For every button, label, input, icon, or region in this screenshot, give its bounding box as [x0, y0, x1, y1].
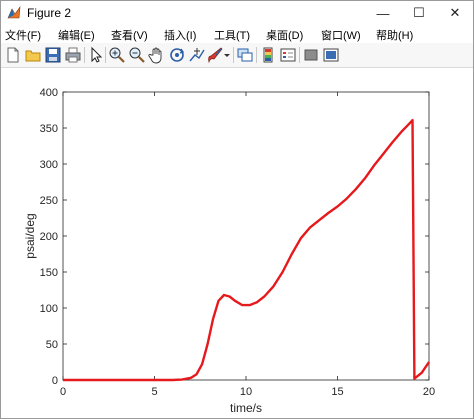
- x-tick-label: 0: [60, 386, 66, 398]
- menu-edit[interactable]: 编辑(E): [58, 27, 95, 43]
- toolbar-separator: [84, 47, 85, 63]
- menu-tools[interactable]: 工具(T): [214, 27, 250, 43]
- menu-insert[interactable]: 插入(I): [164, 27, 196, 43]
- save-icon[interactable]: [44, 46, 62, 64]
- toolbar-separator: [105, 47, 106, 63]
- pan-hand-icon[interactable]: [148, 46, 166, 64]
- toolbar-separator: [299, 47, 300, 63]
- data-cursor-icon[interactable]: [188, 46, 206, 64]
- hide-plot-tools-icon[interactable]: [302, 46, 320, 64]
- show-plot-tools-icon[interactable]: [322, 46, 340, 64]
- menu-view[interactable]: 查看(V): [111, 27, 148, 43]
- brush-dropdown-icon[interactable]: [223, 46, 231, 64]
- insert-legend-icon[interactable]: [279, 46, 297, 64]
- maximize-icon: ☐: [413, 5, 425, 20]
- menu-help[interactable]: 帮助(H): [376, 27, 413, 43]
- y-tick-label: 250: [40, 195, 58, 207]
- y-tick-label: 150: [40, 267, 58, 279]
- brush-icon[interactable]: [206, 46, 224, 64]
- y-tick-label: 0: [52, 375, 58, 387]
- y-tick-label: 350: [40, 123, 58, 135]
- matlab-figure-icon: [7, 5, 21, 20]
- figure-canvas: 0 5 10 15 20 0 50 100 150 200 250 300 350 400 time/s …: [1, 68, 473, 418]
- close-icon: ✕: [449, 5, 461, 20]
- x-tick-label: 20: [423, 386, 435, 398]
- y-tick-label: 100: [40, 303, 58, 315]
- toolbar-separator: [256, 47, 257, 63]
- insert-colorbar-icon[interactable]: [259, 46, 277, 64]
- print-icon[interactable]: [64, 46, 82, 64]
- rotate-3d-icon[interactable]: [168, 46, 186, 64]
- menu-bar: 文件(F) 编辑(E) 查看(V) 插入(I) 工具(T) 桌面(D) 窗口(W…: [1, 25, 473, 43]
- y-tick-label: 300: [40, 159, 58, 171]
- menu-desktop[interactable]: 桌面(D): [266, 27, 303, 43]
- open-file-icon[interactable]: [24, 46, 42, 64]
- x-tick-label: 5: [151, 386, 157, 398]
- zoom-out-icon[interactable]: [128, 46, 146, 64]
- edit-plot-arrow-icon[interactable]: [87, 46, 105, 64]
- minimize-button[interactable]: —: [365, 1, 401, 25]
- line-chart: 0 5 10 15 20050100150200250300350400 time/s …: [23, 87, 435, 415]
- axes-box: [62, 91, 430, 381]
- x-axis-label: time/s: [230, 401, 262, 415]
- y-tick-label: 400: [40, 87, 58, 99]
- close-button[interactable]: ✕: [437, 1, 473, 25]
- y-axis-label: psai/deg: [23, 213, 37, 258]
- menu-window[interactable]: 窗口(W): [321, 27, 361, 43]
- figure-window: Figure 2 — ☐ ✕ 文件(F) 编辑(E) 查看(V) 插入(I) 工…: [0, 0, 474, 419]
- minimize-icon: —: [376, 5, 390, 21]
- x-tick-label: 10: [240, 386, 252, 398]
- title-bar[interactable]: Figure 2 — ☐ ✕: [1, 1, 473, 25]
- x-tick-label: 15: [331, 386, 343, 398]
- y-tick-label: 200: [40, 231, 58, 243]
- link-plot-icon[interactable]: [236, 46, 254, 64]
- y-tick-label: 50: [46, 339, 58, 351]
- figure-toolbar: [1, 43, 473, 68]
- new-figure-icon[interactable]: [4, 46, 22, 64]
- window-title: Figure 2: [27, 6, 72, 20]
- toolbar-separator: [233, 47, 234, 63]
- maximize-button[interactable]: ☐: [401, 1, 437, 25]
- menu-file[interactable]: 文件(F): [5, 27, 41, 43]
- zoom-in-icon[interactable]: [108, 46, 126, 64]
